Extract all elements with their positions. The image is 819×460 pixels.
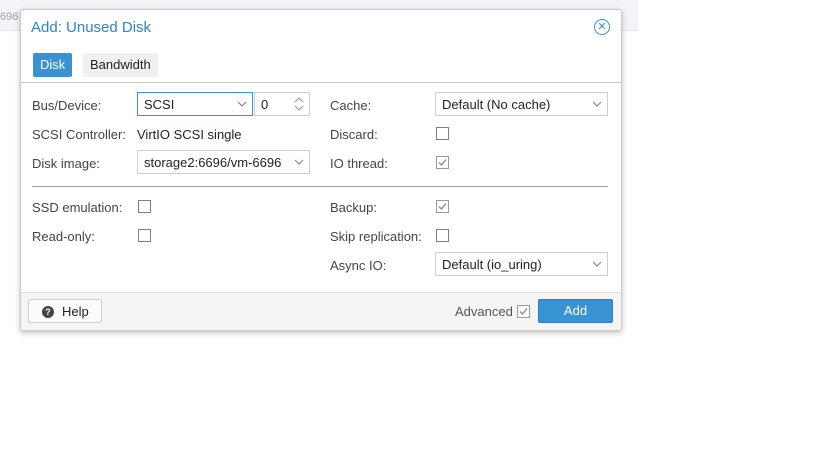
ssd-emulation-label: SSD emulation:: [32, 200, 123, 215]
close-icon[interactable]: ✕: [594, 19, 610, 35]
io-thread-checkbox[interactable]: [436, 156, 449, 169]
read-only-label: Read-only:: [32, 229, 95, 244]
ssd-emulation-checkbox[interactable]: [138, 200, 151, 213]
add-unused-disk-dialog: Add: Unused Disk ✕ Disk Bandwidth Bus/De…: [20, 9, 622, 331]
backup-checkbox[interactable]: [436, 200, 449, 213]
io-thread-label: IO thread:: [330, 156, 388, 171]
chevron-down-icon[interactable]: [591, 258, 603, 270]
async-io-select[interactable]: Default (io_uring): [435, 252, 608, 276]
bus-device-label: Bus/Device:: [32, 98, 102, 113]
checkmark-icon: [438, 203, 447, 210]
cache-value: Default (No cache): [442, 97, 551, 112]
dialog-titlebar[interactable]: Add: Unused Disk ✕: [21, 10, 621, 46]
tab-bar: Disk Bandwidth: [21, 48, 621, 83]
cache-label: Cache:: [330, 98, 372, 113]
dialog-footer: ? Help Advanced Add: [21, 292, 621, 330]
advanced-label: Advanced: [455, 304, 513, 319]
dialog-title: Add: Unused Disk: [31, 19, 152, 36]
checkmark-icon: [519, 308, 528, 315]
tab-disk[interactable]: Disk: [33, 53, 73, 77]
discard-checkbox[interactable]: [436, 127, 449, 140]
advanced-checkbox[interactable]: [517, 305, 530, 318]
spinner-arrows-icon[interactable]: [293, 95, 305, 113]
scsi-controller-label: SCSI Controller:: [32, 127, 126, 142]
checkmark-icon: [438, 159, 447, 166]
add-button[interactable]: Add: [538, 299, 613, 323]
help-button[interactable]: ? Help: [28, 299, 102, 323]
scsi-controller-value: VirtIO SCSI single: [137, 127, 242, 142]
chevron-down-icon[interactable]: [591, 98, 603, 110]
background-fragment-text: 696: [0, 11, 19, 23]
async-io-label: Async IO:: [330, 258, 387, 273]
read-only-checkbox[interactable]: [138, 229, 151, 242]
disk-image-value: storage2:6696/vm-6696: [144, 155, 282, 170]
disk-image-label: Disk image:: [32, 156, 100, 171]
discard-label: Discard:: [330, 127, 378, 142]
bus-select[interactable]: SCSI: [137, 92, 253, 116]
backup-label: Backup:: [330, 200, 377, 215]
bus-select-value: SCSI: [144, 97, 175, 112]
help-button-label: Help: [62, 304, 89, 319]
device-number-spinner[interactable]: 0: [254, 92, 310, 116]
cache-select[interactable]: Default (No cache): [435, 92, 608, 116]
skip-replication-checkbox[interactable]: [436, 229, 449, 242]
async-io-value: Default (io_uring): [442, 257, 542, 272]
tab-bandwidth[interactable]: Bandwidth: [83, 53, 158, 77]
question-icon: ?: [42, 306, 54, 318]
disk-image-select[interactable]: storage2:6696/vm-6696: [137, 150, 310, 174]
skip-replication-label: Skip replication:: [330, 229, 422, 244]
device-number-value: 0: [261, 97, 269, 112]
chevron-down-icon[interactable]: [236, 98, 248, 110]
section-divider: [32, 186, 608, 187]
chevron-down-icon[interactable]: [293, 156, 305, 168]
